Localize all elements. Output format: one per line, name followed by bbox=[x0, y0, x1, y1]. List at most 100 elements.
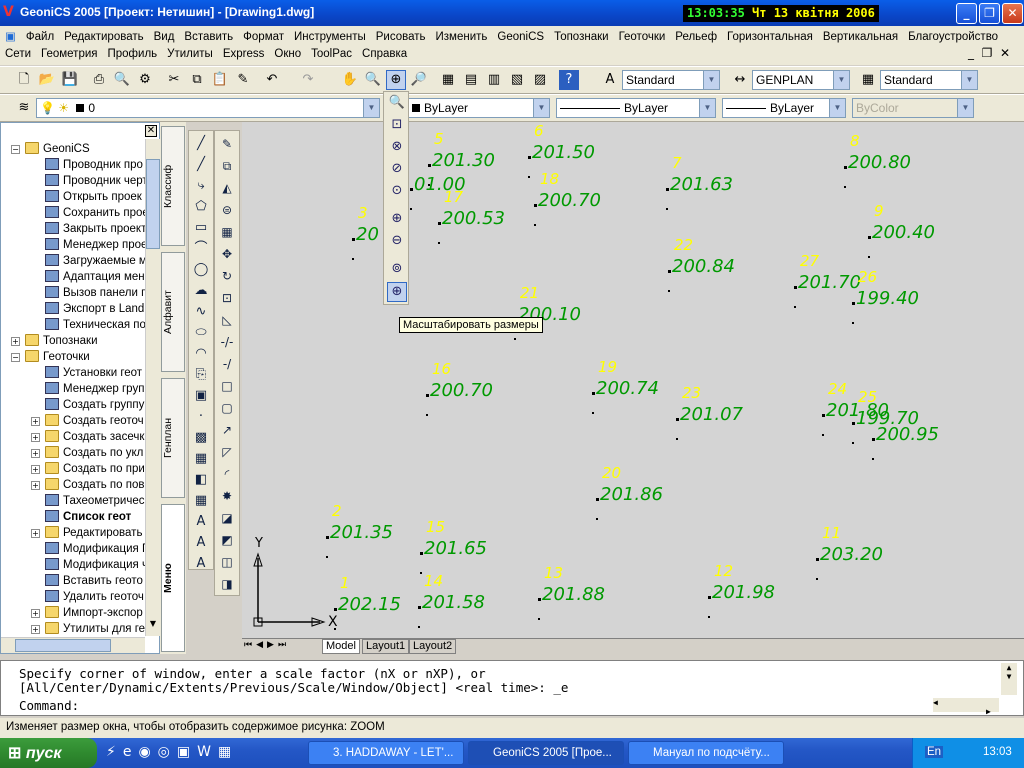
stretch-icon[interactable]: ◺ bbox=[217, 310, 237, 330]
tree-expander-icon[interactable]: + bbox=[31, 433, 40, 442]
polygon-icon[interactable]: ⬠ bbox=[191, 197, 211, 217]
tree-item[interactable]: Тахеометричес bbox=[45, 493, 144, 509]
rectangle-icon[interactable]: ▭ bbox=[191, 218, 211, 238]
start-button[interactable]: ⊞ пуск bbox=[0, 738, 97, 768]
tree-item[interactable]: Сохранить прое bbox=[45, 205, 149, 221]
new-icon[interactable]: 🗋 bbox=[14, 70, 34, 90]
task-winamp[interactable]: 3. HADDAWAY - LET'... bbox=[308, 741, 464, 765]
zoom-all-icon[interactable]: ⊚ bbox=[387, 260, 407, 280]
tree-item[interactable]: Топознаки bbox=[25, 333, 98, 349]
zoom-extents-icon[interactable]: ⊕ bbox=[387, 282, 407, 302]
cut-icon[interactable]: ✂ bbox=[164, 70, 184, 90]
spline-icon[interactable]: ∿ bbox=[191, 302, 211, 322]
ellipse-arc-icon[interactable]: ◠ bbox=[191, 344, 211, 364]
menu-item[interactable]: Окно bbox=[269, 45, 306, 63]
zoom-in-icon[interactable]: ⊕ bbox=[387, 210, 407, 230]
zoom-dynamic-icon[interactable]: ⊗ bbox=[387, 138, 407, 158]
help-icon[interactable]: ? bbox=[559, 70, 579, 90]
polyline-icon[interactable]: ⤷ bbox=[191, 176, 211, 196]
menu-item[interactable]: Сети bbox=[0, 45, 36, 63]
menu-item[interactable]: Инструменты bbox=[289, 28, 371, 46]
tree-item[interactable]: Загружаемые м bbox=[45, 253, 147, 269]
tree-item[interactable]: Создать засечк bbox=[45, 429, 144, 445]
arc-icon[interactable]: ⌒ bbox=[191, 239, 211, 259]
menu-item[interactable]: ToolPac bbox=[306, 45, 357, 63]
close-button[interactable]: ✕ bbox=[1002, 3, 1023, 24]
join-icon[interactable]: ↗ bbox=[217, 420, 237, 440]
construction-line-icon[interactable]: ╱ bbox=[191, 155, 211, 175]
tree-item[interactable]: Открыть проек bbox=[45, 189, 142, 205]
toolpalettes-icon[interactable]: ▥ bbox=[484, 70, 504, 90]
draworder-front-icon[interactable]: ◪ bbox=[217, 508, 237, 528]
menu-item[interactable]: Вертикальная bbox=[818, 28, 903, 46]
command-prompt[interactable]: Command: bbox=[19, 698, 79, 713]
tree-item[interactable]: Проводник про bbox=[45, 157, 143, 173]
tree-expander-icon[interactable]: + bbox=[11, 337, 20, 346]
line-icon[interactable]: ╱ bbox=[191, 134, 211, 154]
tree-expander-icon[interactable]: + bbox=[31, 529, 40, 538]
tree-item[interactable]: Удалить геоточ bbox=[45, 589, 144, 605]
ellipse-icon[interactable]: ⬭ bbox=[191, 323, 211, 343]
menu-item[interactable]: Геоточки bbox=[614, 28, 671, 46]
zoom-scale-icon[interactable]: ⊘ bbox=[387, 160, 407, 180]
tab-layout2[interactable]: Layout2 bbox=[409, 639, 457, 654]
menu-item[interactable]: Рельеф bbox=[670, 28, 722, 46]
rotate-icon[interactable]: ↻ bbox=[217, 266, 237, 286]
tree-item[interactable]: Менеджер прое bbox=[45, 237, 147, 253]
tree-item[interactable]: Импорт-экспор bbox=[45, 605, 143, 621]
chamfer-icon[interactable]: ◸ bbox=[217, 442, 237, 462]
tree-item[interactable]: Вставить геото bbox=[45, 573, 143, 589]
tree-item[interactable]: Модификация ч bbox=[45, 557, 148, 573]
text-icon[interactable]: A bbox=[191, 533, 211, 553]
menu-item[interactable]: Справка bbox=[357, 45, 412, 63]
matchprop-icon[interactable]: ✎ bbox=[233, 70, 253, 90]
text2-icon[interactable]: A bbox=[191, 554, 211, 574]
tab-2[interactable]: Алфавит bbox=[161, 252, 185, 372]
zoom-realtime-icon[interactable]: 🔍 bbox=[387, 94, 407, 114]
tree-item[interactable]: Список геот bbox=[45, 509, 131, 525]
publish-icon[interactable]: ⚙ bbox=[135, 70, 155, 90]
open-icon[interactable]: 📂 bbox=[37, 70, 57, 90]
draworder-above-icon[interactable]: ◫ bbox=[217, 552, 237, 572]
zoom-center-icon[interactable]: ⊙ bbox=[387, 182, 407, 202]
fillet-icon[interactable]: ◜ bbox=[217, 464, 237, 484]
explode-icon[interactable]: ✸ bbox=[217, 486, 237, 506]
keyboard-layout-indicator[interactable]: En bbox=[925, 746, 944, 758]
tree-item[interactable]: Редактировать bbox=[45, 525, 142, 541]
tree-item[interactable]: Адаптация мен bbox=[45, 269, 145, 285]
move-icon[interactable]: ✥ bbox=[217, 244, 237, 264]
properties-icon[interactable]: ▦ bbox=[438, 70, 458, 90]
region-icon[interactable]: ◧ bbox=[191, 470, 211, 490]
tab-layout1[interactable]: Layout1 bbox=[362, 639, 410, 654]
tree-item[interactable]: Экспорт в Land bbox=[45, 301, 144, 317]
trim-icon[interactable]: -/- bbox=[217, 332, 237, 352]
tree-expander-icon[interactable]: + bbox=[31, 465, 40, 474]
menu-item[interactable]: Благоустройство bbox=[903, 28, 1003, 46]
tree-item[interactable]: Создать по при bbox=[45, 461, 145, 477]
tab-nav-arrows-icon[interactable]: ⏮◀▶⏭ bbox=[244, 640, 290, 650]
linetype-select[interactable]: ByLayer ▼ bbox=[556, 98, 716, 118]
break-icon[interactable]: □ bbox=[217, 376, 237, 396]
tab-1[interactable]: Классиф bbox=[161, 126, 185, 246]
redo-icon[interactable]: ↷ bbox=[298, 70, 318, 90]
tree-expander-icon[interactable]: + bbox=[31, 625, 40, 634]
menu-item[interactable]: Вставить bbox=[179, 28, 238, 46]
tree-expander-icon[interactable]: + bbox=[31, 609, 40, 618]
table-style-icon[interactable]: ▦ bbox=[858, 70, 878, 90]
copy-object-icon[interactable]: ⧉ bbox=[217, 156, 237, 176]
preview-icon[interactable]: 🔍 bbox=[112, 70, 132, 90]
point-icon[interactable]: · bbox=[191, 407, 211, 427]
insert-block-icon[interactable]: ⎘ bbox=[191, 365, 211, 385]
tree-expander-icon[interactable]: + bbox=[31, 481, 40, 490]
maximize-button[interactable]: ❐ bbox=[979, 3, 1000, 24]
print-icon[interactable]: ⎙ bbox=[89, 70, 109, 90]
sheetset-icon[interactable]: ▧ bbox=[507, 70, 527, 90]
command-hscrollbar[interactable]: ◀ ▶ bbox=[933, 698, 999, 716]
extend-icon[interactable]: -/ bbox=[217, 354, 237, 374]
tab-4[interactable]: Меню bbox=[161, 504, 185, 652]
tree-item[interactable]: Утилиты для ге bbox=[45, 621, 145, 637]
menu-item[interactable]: Утилиты bbox=[162, 45, 218, 63]
tree-item[interactable]: Проводник черт bbox=[45, 173, 148, 189]
gradient-icon[interactable]: ▦ bbox=[191, 449, 211, 469]
tree-item[interactable]: Закрыть проект bbox=[45, 221, 146, 237]
